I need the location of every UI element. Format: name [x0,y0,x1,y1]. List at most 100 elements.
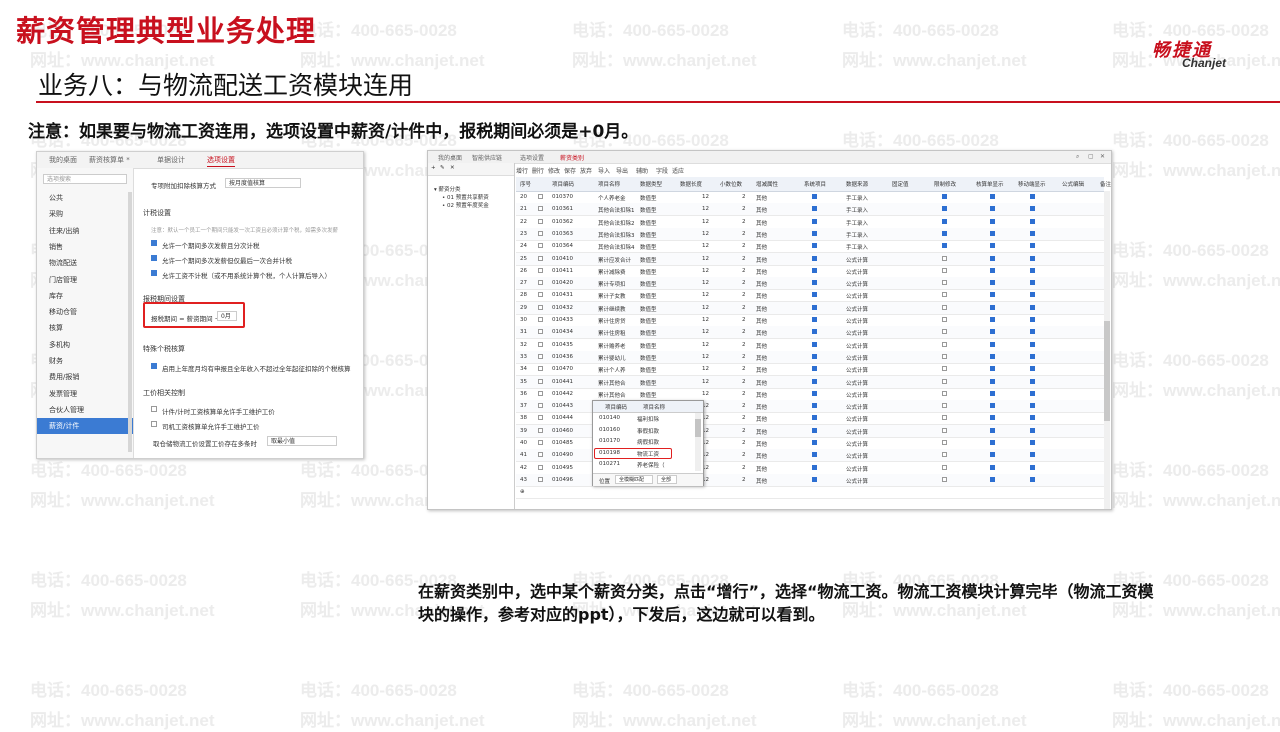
tree-item-bonus[interactable]: • 02 预置年度奖金 [442,201,489,209]
limit-modify-checkbox[interactable] [942,353,947,359]
system-item-checkbox[interactable] [812,243,817,249]
system-item-checkbox[interactable] [812,218,817,224]
system-item-checkbox[interactable] [812,366,817,372]
sidebar-item[interactable]: 薪资/计件 [37,418,133,435]
show-on-sheet-checkbox[interactable] [990,353,995,359]
match-mode-select[interactable]: 全模糊匹配 [615,475,653,484]
tab-my-desktop[interactable]: 我的桌面 [49,155,77,165]
table-row[interactable]: 34 010470 累计个人养 数值型 12 2 其他 公式计算 [516,363,1104,377]
system-item-checkbox[interactable] [812,427,817,433]
piece-wage-manual-checkbox[interactable] [151,406,157,412]
show-on-sheet-checkbox[interactable] [990,440,995,445]
show-on-sheet-checkbox[interactable] [990,304,995,310]
popup-list-item[interactable]: 010271 养老保险（ [593,459,695,469]
table-row[interactable]: 35 010441 累计其他合 数值型 12 2 其他 公式计算 [516,375,1104,389]
show-on-mobile-checkbox[interactable] [1030,194,1035,199]
toolbar-button[interactable]: 保存 [564,166,576,175]
grid-column-header[interactable]: 系统项目 [804,180,826,188]
limit-modify-checkbox[interactable] [942,255,947,261]
tax-period-offset-select[interactable]: 0月 [217,311,237,321]
show-on-mobile-checkbox[interactable] [1030,440,1035,445]
toolbar-button[interactable]: 修改 [548,166,560,175]
restore-icon[interactable]: ▢ [1088,153,1094,160]
row-select-checkbox[interactable] [538,230,543,236]
system-item-checkbox[interactable] [812,329,817,335]
edit-icon[interactable]: ✎ [440,165,445,171]
tab-salary-category[interactable]: 薪资类别 [560,153,584,162]
grid-column-header[interactable]: 项目名称 [598,180,620,188]
row-select-checkbox[interactable] [538,440,543,445]
table-row[interactable]: 22 010362 其他合法扣除2 数值型 12 2 其他 手工录入 [516,216,1104,229]
show-on-sheet-checkbox[interactable] [990,341,995,347]
limit-modify-checkbox[interactable] [942,230,947,236]
table-row[interactable]: 26 010411 累计减除费 数值型 12 2 其他 公式计算 [516,265,1104,278]
row-select-checkbox[interactable] [538,390,543,396]
limit-modify-checkbox[interactable] [942,304,947,310]
limit-modify-checkbox[interactable] [942,415,947,421]
show-on-sheet-checkbox[interactable] [990,378,995,384]
sidebar-item[interactable]: 物流配送 [37,255,133,271]
show-on-sheet-checkbox[interactable] [990,218,995,224]
toolbar-button[interactable]: 导入 [598,166,610,175]
row-select-checkbox[interactable] [538,427,543,433]
table-row[interactable]: 20 010370 个人养老金 数值型 12 2 其他 手工录入 [516,191,1104,204]
toolbar-button[interactable]: 导出 [616,166,628,175]
show-on-mobile-checkbox[interactable] [1030,390,1035,396]
popup-list-item[interactable]: 010160 事假扣款 [593,425,695,435]
row-select-checkbox[interactable] [538,292,543,298]
show-on-sheet-checkbox[interactable] [990,366,995,372]
grid-column-header[interactable]: 小数位数 [720,180,742,188]
toolbar-button[interactable]: 辅助 [636,166,648,175]
system-item-checkbox[interactable] [812,267,817,273]
show-on-mobile-checkbox[interactable] [1030,292,1035,298]
row-select-checkbox[interactable] [538,403,543,409]
show-on-sheet-checkbox[interactable] [990,267,995,273]
no-tax-checkbox[interactable] [151,270,157,276]
show-on-mobile-checkbox[interactable] [1030,255,1035,261]
sidebar-item[interactable]: 公共 [37,190,133,206]
row-select-checkbox[interactable] [538,206,543,212]
show-on-mobile-checkbox[interactable] [1030,243,1035,249]
sidebar-item[interactable]: 库存 [37,288,133,304]
system-item-checkbox[interactable] [812,452,817,458]
show-on-mobile-checkbox[interactable] [1030,206,1035,212]
table-row[interactable]: 31 010434 累计住房租 数值型 12 2 其他 公式计算 [516,326,1104,340]
limit-modify-checkbox[interactable] [942,292,947,298]
limit-modify-checkbox[interactable] [942,378,947,384]
add-icon[interactable]: + [431,165,436,171]
toolbar-button[interactable]: 字段 [656,166,668,175]
table-row[interactable]: 24 010364 其他合法扣除4 数值型 12 2 其他 手工录入 [516,240,1104,254]
tree-item-shared[interactable]: • 01 预置共享薪资 [442,193,489,201]
driver-wage-manual-checkbox[interactable] [151,421,157,427]
deduction-method-select[interactable]: 按月度值核算 [225,178,301,188]
tree-root[interactable]: ▾ 薪资分类 [434,185,461,193]
toolbar-button[interactable]: 删行 [532,166,544,175]
show-on-sheet-checkbox[interactable] [990,194,995,199]
limit-modify-checkbox[interactable] [942,317,947,322]
grid-column-header[interactable]: 公式编辑 [1062,180,1084,188]
grid-column-header[interactable]: 数据类型 [640,180,662,188]
search-icon[interactable]: ⌕ [1076,153,1079,161]
show-on-sheet-checkbox[interactable] [990,230,995,236]
limit-modify-checkbox[interactable] [942,280,947,286]
show-on-sheet-checkbox[interactable] [990,243,995,249]
limit-modify-checkbox[interactable] [942,464,947,470]
grid-column-header[interactable]: 项目编码 [552,180,574,188]
row-select-checkbox[interactable] [538,366,543,372]
grid-scrollbar[interactable] [1104,191,1110,509]
grid-column-header[interactable]: 序号 [520,180,531,188]
show-on-mobile-checkbox[interactable] [1030,378,1035,384]
limit-modify-checkbox[interactable] [942,476,947,482]
scrollbar-thumb[interactable] [1104,321,1110,421]
grid-column-header[interactable]: 核算单显示 [976,180,1004,188]
row-select-checkbox[interactable] [538,218,543,224]
system-item-checkbox[interactable] [812,194,817,199]
system-item-checkbox[interactable] [812,378,817,384]
row-select-checkbox[interactable] [538,415,543,421]
sidebar-item[interactable]: 核算 [37,320,133,336]
add-row-icon[interactable]: ⊕ [520,489,525,495]
scope-select[interactable]: 全部 [657,475,677,484]
show-on-mobile-checkbox[interactable] [1030,317,1035,322]
grid-column-header[interactable]: 限制修改 [934,180,956,188]
close-icon[interactable]: ✕ [1100,153,1105,160]
